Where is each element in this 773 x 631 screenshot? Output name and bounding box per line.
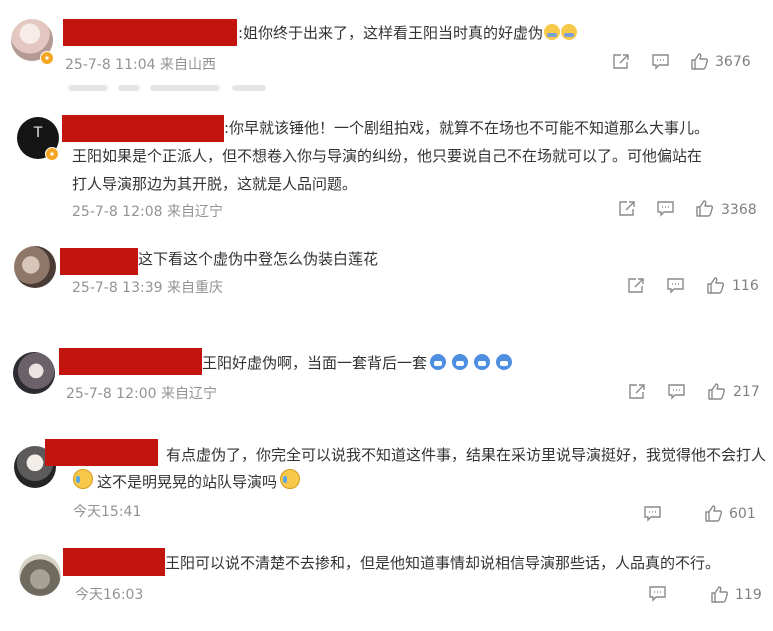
shark-emoji-icon — [430, 354, 447, 370]
share-icon[interactable] — [627, 277, 645, 294]
share-icon[interactable] — [618, 200, 636, 217]
comment-item: 这下看这个虚伪中登怎么伪装白莲花 25-7-8 13:39 来自重庆 116 — [0, 238, 773, 303]
comment-text: :姐你终于出来了，这样看王阳当时真的好虚伪 — [238, 19, 578, 47]
comment-meta: 今天15:41 — [73, 504, 142, 520]
thumbs-up-icon[interactable] — [707, 382, 726, 400]
comment-item: 有点虚伪了，你完全可以说我不知道这件事，结果在采访里说导演挺好，我觉得他不会打人… — [0, 433, 773, 528]
username-redacted[interactable] — [63, 548, 165, 576]
username-redacted[interactable] — [62, 115, 224, 142]
comment-item: 王阳好虚伪啊，当面一套背后一套 25-7-8 12:00 来自辽宁 217 — [0, 345, 773, 410]
comment-item: :姐你终于出来了，这样看王阳当时真的好虚伪 25-7-8 11:04 来自山西 … — [0, 0, 773, 90]
comment-text: 这下看这个虚伪中登怎么伪装白莲花 — [138, 250, 379, 268]
comment-text-line: 王阳如果是个正派人，但不想卷入你与导演的纠纷，他只要说自己不在场就可以了。可他偏… — [72, 147, 703, 165]
comment-text-content: 这不是明晃晃的站队导演吗 — [97, 473, 278, 491]
comment-meta: 25-7-8 12:00 来自辽宁 — [66, 386, 217, 402]
comment-text-content: :姐你终于出来了，这样看王阳当时真的好虚伪 — [238, 24, 544, 42]
like-count: 3676 — [715, 54, 751, 70]
username-redacted[interactable] — [59, 348, 202, 375]
avatar[interactable] — [19, 554, 61, 596]
faded-background-text — [62, 83, 362, 95]
avatar[interactable] — [13, 352, 55, 394]
comment-item: T :你早就该锤他！一个剧组拍戏，就算不在场也不可能不知道那么大事儿。 王阳如果… — [0, 100, 773, 230]
cry-emoji-icon — [280, 469, 301, 489]
verified-badge-icon — [40, 51, 54, 65]
comment-text-line: 这不是明晃晃的站队导演吗 — [72, 468, 301, 496]
comment-meta: 25-7-8 13:39 来自重庆 — [72, 280, 223, 296]
comment-text-content: 王阳好虚伪啊，当面一套背后一套 — [202, 354, 428, 372]
laugh-emoji-icon — [544, 24, 561, 40]
comment-text-line: 打人导演那边为其开脱，这就是人品问题。 — [72, 175, 358, 193]
thumbs-up-icon[interactable] — [710, 585, 729, 603]
like-count: 3368 — [721, 202, 757, 218]
avatar-mark: T — [33, 125, 43, 142]
thumbs-up-icon[interactable] — [704, 504, 723, 522]
laugh-emoji-icon — [561, 24, 578, 40]
comment-icon[interactable] — [667, 383, 686, 400]
comment-meta: 今天16:03 — [75, 587, 144, 603]
cry-emoji-icon — [73, 469, 93, 489]
like-count: 601 — [729, 506, 756, 522]
share-icon[interactable] — [628, 383, 646, 400]
comment-meta: 25-7-8 12:08 来自辽宁 — [72, 204, 223, 220]
avatar[interactable] — [14, 246, 56, 288]
comment-icon[interactable] — [643, 505, 662, 522]
username-redacted[interactable] — [45, 439, 158, 466]
share-icon[interactable] — [612, 53, 630, 70]
comment-text: 王阳好虚伪啊，当面一套背后一套 — [202, 349, 513, 377]
comment-icon[interactable] — [651, 53, 670, 70]
like-count: 217 — [733, 384, 760, 400]
comment-icon[interactable] — [648, 585, 667, 602]
comment-text-line: :你早就该锤他！一个剧组拍戏，就算不在场也不可能不知道那么大事儿。 — [224, 119, 710, 137]
comment-icon[interactable] — [666, 277, 685, 294]
comment-item: 王阳可以说不清楚不去掺和，但是他知道事情却说相信导演那些话，人品真的不行。 今天… — [0, 540, 773, 620]
verified-badge-icon — [45, 147, 59, 161]
like-count: 116 — [732, 278, 759, 294]
like-count: 119 — [735, 587, 762, 603]
shark-emoji-icon — [452, 354, 469, 370]
thumbs-up-icon[interactable] — [690, 52, 709, 70]
shark-emoji-icon — [496, 354, 513, 370]
username-redacted[interactable] — [60, 248, 138, 275]
comment-icon[interactable] — [656, 200, 675, 217]
comment-text: 王阳可以说不清楚不去掺和，但是他知道事情却说相信导演那些话，人品真的不行。 — [165, 554, 721, 572]
comment-meta: 25-7-8 11:04 来自山西 — [65, 57, 216, 73]
thumbs-up-icon[interactable] — [695, 199, 714, 217]
thumbs-up-icon[interactable] — [706, 276, 725, 294]
username-redacted[interactable] — [63, 19, 237, 46]
shark-emoji-icon — [474, 354, 491, 370]
comment-text-line: 有点虚伪了，你完全可以说我不知道这件事，结果在采访里说导演挺好，我觉得他不会打人 — [166, 446, 767, 464]
